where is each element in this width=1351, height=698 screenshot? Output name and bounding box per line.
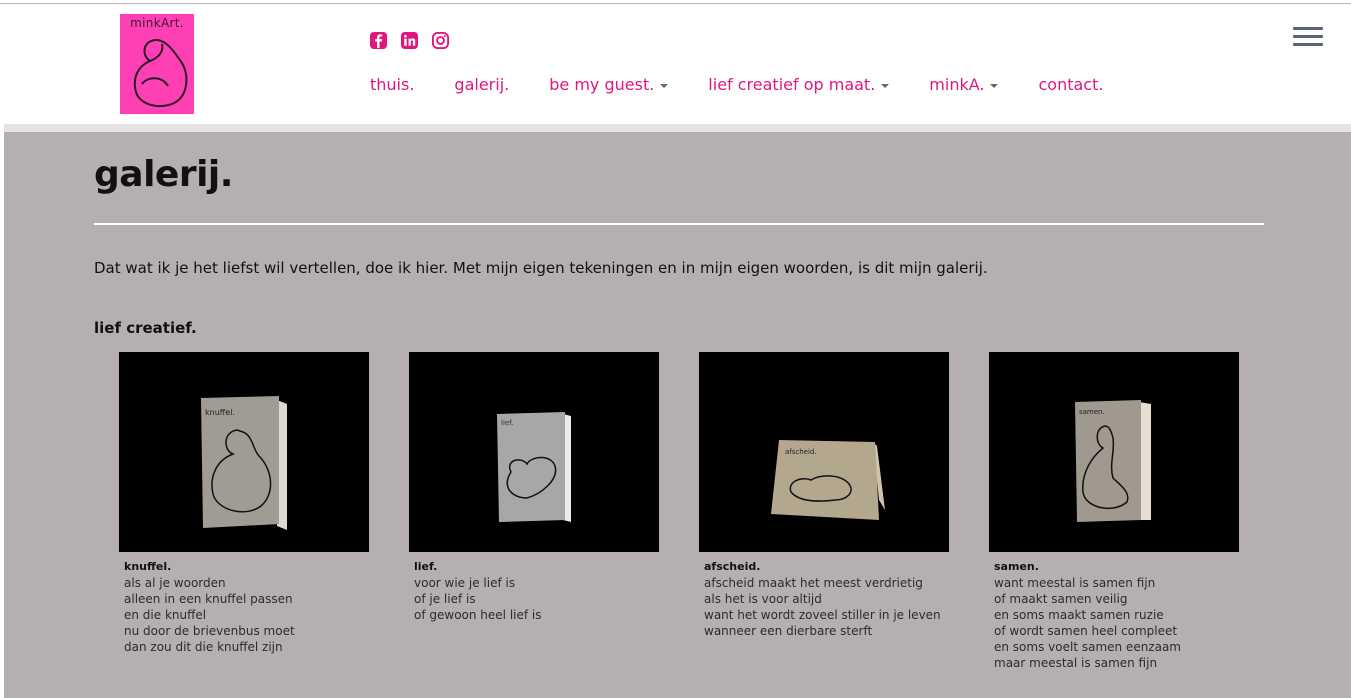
- card-photo-lief[interactable]: lief.: [409, 352, 659, 552]
- card-text-line: of je lief is: [414, 592, 476, 606]
- site-header: minkArt. thuis. galerij. be my guest. li…: [0, 4, 1351, 124]
- section-title: lief creatief.: [94, 319, 197, 337]
- card-photo-afscheid[interactable]: afscheid.: [699, 352, 949, 552]
- card-label: samen.: [1079, 408, 1105, 416]
- nav-label: thuis.: [370, 75, 415, 94]
- intro-text: Dat wat ik je het liefst wil vertellen, …: [94, 259, 988, 277]
- page-title: galerij.: [94, 154, 233, 195]
- card-image: afscheid.: [699, 352, 949, 552]
- logo-figure-icon: [133, 38, 188, 108]
- caret-down-icon: [881, 83, 890, 88]
- card-label: afscheid.: [785, 448, 817, 456]
- header-divider: [4, 124, 1351, 132]
- card-text-line: of maakt samen veilig: [994, 592, 1128, 606]
- card-photo-samen[interactable]: samen.: [989, 352, 1239, 552]
- card-text-line: dan zou dit die knuffel zijn: [124, 640, 283, 654]
- logo[interactable]: minkArt.: [120, 14, 194, 114]
- nav-item-minka[interactable]: minkA.: [929, 75, 999, 94]
- card-text-line: want meestal is samen fijn: [994, 576, 1156, 590]
- card-title: knuffel.: [124, 560, 172, 573]
- caret-down-icon: [990, 83, 999, 88]
- nav-item-contact[interactable]: contact.: [1038, 75, 1103, 94]
- linkedin-icon[interactable]: [400, 31, 419, 50]
- gallery-grid: knuffel. knuffel. als al je woorden alle…: [119, 352, 1239, 671]
- nav-label: be my guest.: [549, 75, 655, 94]
- card-text-line: of wordt samen heel compleet: [994, 624, 1178, 638]
- card-label: knuffel.: [205, 408, 235, 417]
- card-text-line: want het wordt zoveel stiller in je leve…: [704, 608, 941, 622]
- nav-item-thuis[interactable]: thuis.: [370, 75, 414, 94]
- caret-down-icon: [660, 83, 669, 88]
- card-text-line: voor wie je lief is: [414, 576, 516, 590]
- gallery-card-samen: samen. samen. want meestal is samen fijn…: [989, 352, 1239, 671]
- card-text-line: als al je woorden: [124, 576, 226, 590]
- card-title: samen.: [994, 560, 1039, 573]
- nav-label: lief creatief op maat.: [708, 75, 876, 94]
- nav-label: contact.: [1038, 75, 1104, 94]
- main-nav: thuis. galerij. be my guest. lief creati…: [370, 75, 1143, 94]
- card-text-line: en die knuffel: [124, 608, 207, 622]
- nav-item-lief-creatief-op-maat[interactable]: lief creatief op maat.: [708, 75, 890, 94]
- card-text-line: en soms maakt samen ruzie: [994, 608, 1164, 622]
- nav-item-be-my-guest[interactable]: be my guest.: [549, 75, 669, 94]
- card-image: samen.: [989, 352, 1239, 552]
- nav-label: galerij.: [454, 75, 510, 94]
- facebook-icon[interactable]: [369, 31, 388, 50]
- card-image: knuffel.: [119, 352, 369, 552]
- card-text-line: wanneer een dierbare sterft: [704, 624, 873, 638]
- card-title: afscheid.: [704, 560, 761, 573]
- gallery-card-knuffel: knuffel. knuffel. als al je woorden alle…: [119, 352, 369, 671]
- card-label: lief.: [501, 419, 513, 427]
- nav-label: minkA.: [929, 75, 985, 94]
- card-photo-knuffel[interactable]: knuffel.: [119, 352, 369, 552]
- nav-item-galerij[interactable]: galerij.: [454, 75, 509, 94]
- gallery-card-afscheid: afscheid. afscheid. afscheid maakt het m…: [699, 352, 949, 671]
- card-title: lief.: [414, 560, 438, 573]
- card-text-line: maar meestal is samen fijn: [994, 656, 1158, 670]
- gallery-content: galerij. Dat wat ik je het liefst wil ve…: [4, 132, 1351, 698]
- card-text-line: alleen in een knuffel passen: [124, 592, 293, 606]
- card-text-line: afscheid maakt het meest verdrietig: [704, 576, 923, 590]
- instagram-icon[interactable]: [431, 31, 450, 50]
- hamburger-menu-icon[interactable]: [1293, 27, 1323, 47]
- card-text-line: als het is voor altijd: [704, 592, 822, 606]
- card-image: lief.: [409, 352, 659, 552]
- card-text-line: en soms voelt samen eenzaam: [994, 640, 1181, 654]
- card-text-line: nu door de brievenbus moet: [124, 624, 295, 638]
- card-text-line: of gewoon heel lief is: [414, 608, 542, 622]
- social-links: [369, 31, 450, 50]
- title-divider: [94, 223, 1264, 225]
- gallery-card-lief: lief. lief. voor wie je lief is of je li…: [409, 352, 659, 671]
